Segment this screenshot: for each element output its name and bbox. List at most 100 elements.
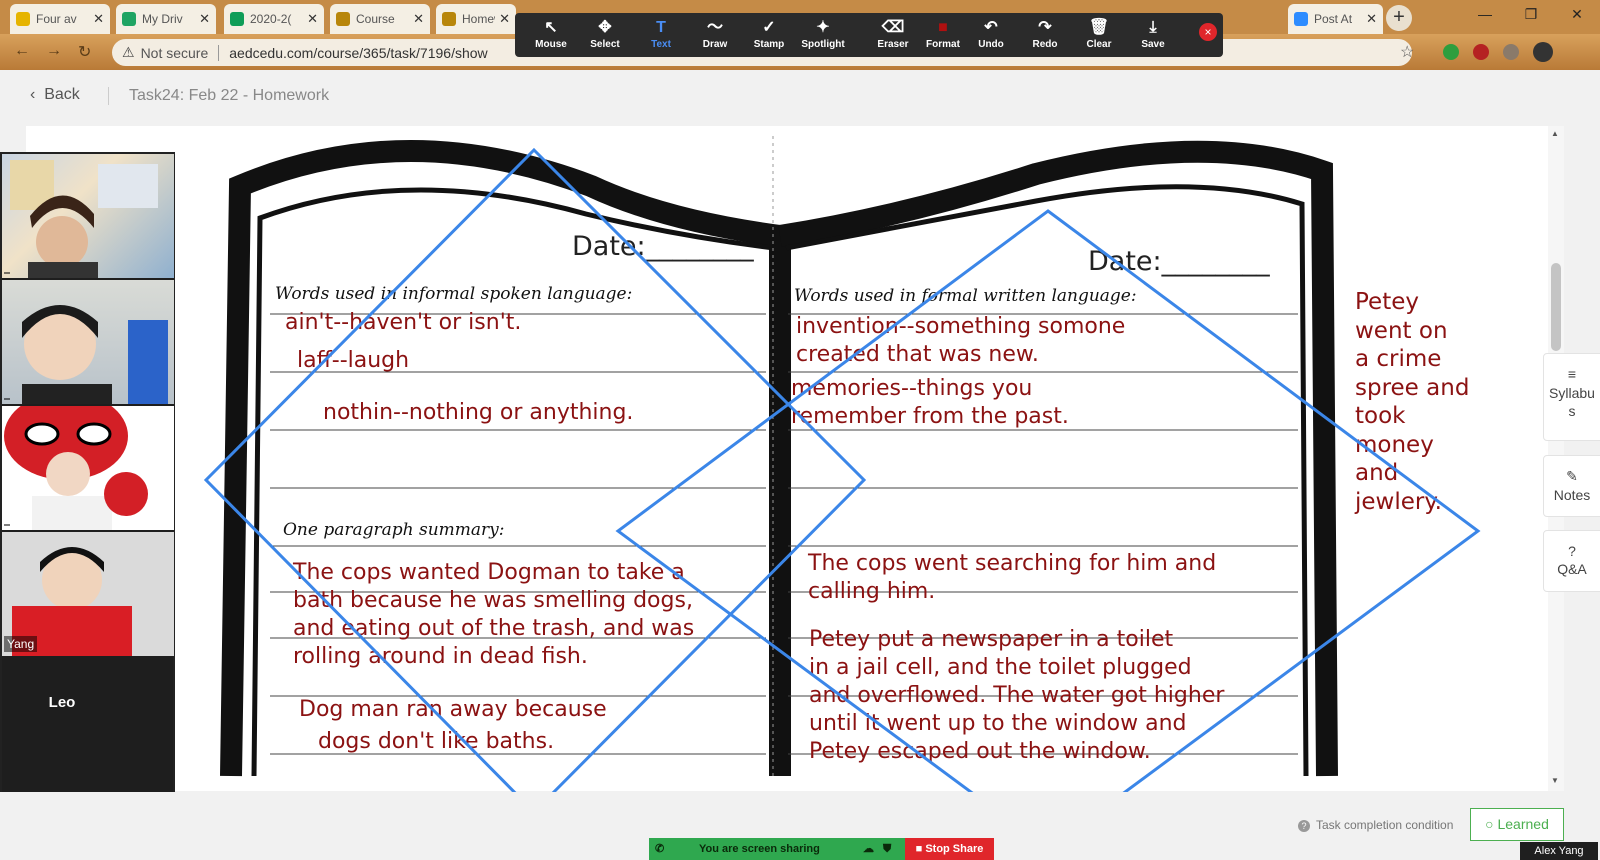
spotlight-icon: ✦ [816,19,830,36]
annotation-toolbar: ↖ Mouse ✥ Select T Text 〜 Draw ✓ Stamp ✦ Spotlight ⌫… [515,13,1223,57]
tool-mouse[interactable]: ↖ Mouse [523,17,579,50]
tool-spotlight[interactable]: ✦ Spotlight [795,17,851,50]
informal-word-entry: nothin--nothing or anything. [323,400,634,425]
warning-icon: ⚠ [122,44,135,60]
video-tile-student-1[interactable] [2,280,174,404]
tool-save[interactable]: ⤓ Save [1125,17,1181,50]
browser-tab[interactable]: Post At ✕ [1288,4,1383,34]
tool-select[interactable]: ✥ Select [577,17,633,50]
tab-close-icon[interactable]: ✕ [199,11,210,27]
sharing-status[interactable]: ✆ You are screen sharing ☁ ⛊ [649,838,905,860]
participant-video [4,406,148,530]
close-window-icon[interactable]: ✕ [1554,0,1600,30]
margin-note-line: took [1355,403,1406,429]
tool-clear[interactable]: 🗑 Clear [1071,17,1127,50]
tool-undo[interactable]: ↶ Undo [963,17,1019,50]
tab-close-icon[interactable]: ✕ [499,11,510,27]
qa-button[interactable]: ? Q&A [1543,530,1600,592]
extension-icon[interactable] [1443,44,1459,60]
ublock-icon[interactable] [1473,44,1489,60]
margin-note-line: jewlery. [1355,488,1442,515]
formal-words-heading: Words used in formal written language: [794,286,1137,306]
summary-line: rolling around in dead fish. [293,644,588,669]
tab-close-icon[interactable]: ✕ [1366,11,1377,27]
cloud-icon: ☁ [863,843,874,855]
tool-stamp[interactable]: ✓ Stamp [741,17,797,50]
tool-label: Format [926,39,960,50]
tab-close-icon[interactable]: ✕ [307,11,318,27]
formal-word-entry: created that was new. [796,342,1039,367]
scroll-down-icon[interactable]: ▼ [1551,776,1559,785]
pencil-icon: ✎ [1566,468,1578,484]
user-name-badge: Alex Yang [1520,842,1598,860]
restore-icon[interactable]: ❐ [1508,0,1554,30]
bookmark-star-icon[interactable]: ☆ [1400,42,1414,62]
tool-text[interactable]: T Text [633,17,689,50]
tab-close-icon[interactable]: ✕ [93,11,104,27]
tool-label: Select [590,39,620,50]
back-arrow-icon[interactable]: ← [14,42,30,60]
summary-line: Petey put a newspaper in a toilet [809,627,1174,652]
book-outline [220,136,1338,777]
tool-redo[interactable]: ↷ Redo [1017,17,1073,50]
learned-button[interactable]: ○ Learned [1470,808,1564,841]
tool-label: Stamp [753,39,785,50]
browser-tab[interactable]: 2020-2(✕ [224,4,324,34]
summary-line: and overflowed. The water got higher [809,683,1225,708]
participant-name [4,524,10,526]
tab-label: Four av [36,12,77,26]
stop-share-button[interactable]: ■ Stop Share [905,838,994,860]
tab-label: Homew [462,12,495,26]
participant-name [4,272,10,274]
summary-line: until it went up to the window and [809,711,1187,736]
page-header: ‹ Back Task24: Feb 22 - Homework [0,70,1600,122]
margin-note-line: went on [1355,317,1448,344]
notes-button[interactable]: ✎ Notes [1543,455,1600,517]
help-icon: ? [1298,820,1310,832]
tab-label: Post At [1314,12,1353,26]
margin-note-line: a crime [1355,346,1442,372]
worksheet-viewer: Date:________ Date:________ Words used i… [26,126,1548,791]
participant-name: Yang [4,636,38,652]
video-tile-student-3[interactable]: Yang [2,532,174,656]
formal-word-entry: invention--something somone [796,314,1126,339]
margin-note: Petey went on a crime spree and took mon… [1355,288,1469,516]
tab-close-icon[interactable]: ✕ [413,11,424,27]
tab-label: Course [356,12,395,26]
tool-label: Draw [702,39,728,50]
browser-tab[interactable]: Course ✕ [330,4,430,34]
puzzle-icon[interactable] [1503,44,1519,60]
tool-label: Undo [978,39,1004,50]
video-tile-teacher[interactable] [2,154,174,278]
informal-word-entry: ain't--haven't or isn't. [285,310,522,335]
task-completion-condition[interactable]: ? Task completion condition [1298,818,1453,832]
new-tab-button[interactable]: + [1386,5,1412,31]
url-text: aedcedu.com/course/365/task/7196/show [229,44,488,61]
summary-line: dogs don't like baths. [318,729,555,754]
scrollbar-thumb[interactable] [1551,263,1561,351]
omnibox-divider [218,44,220,61]
tab-favicon-icon [1294,12,1308,26]
browser-tab[interactable]: Four av ✕ [10,4,110,34]
video-tile-student-2[interactable] [2,406,174,530]
profile-avatar[interactable] [1533,42,1553,62]
forward-arrow-icon[interactable]: → [46,42,62,60]
tab-favicon-icon [230,12,244,26]
reload-icon[interactable]: ↻ [78,42,91,62]
browser-tab[interactable]: Homew ✕ [436,4,516,34]
close-annotation-icon[interactable]: × [1199,23,1217,41]
tool-eraser[interactable]: ⌫ Eraser [865,17,921,50]
sharing-status-label: You are screen sharing [699,843,820,855]
browser-tab[interactable]: My Driv ✕ [116,4,216,34]
minimize-icon[interactable]: — [1462,0,1508,30]
back-link[interactable]: ‹ Back [30,86,80,104]
mouse-icon: ↖ [544,19,558,36]
margin-note-line: money [1355,431,1434,458]
syllabus-button[interactable]: ≡ Syllabu s [1543,353,1600,441]
formal-word-entry: memories--things you [791,376,1033,401]
summary-line: bath because he was smelling dogs, [293,588,693,613]
participant-leo-name: Leo [48,694,76,711]
security-label: Not secure [140,44,209,61]
tool-draw[interactable]: 〜 Draw [687,17,743,50]
scroll-up-icon[interactable]: ▲ [1551,129,1559,138]
